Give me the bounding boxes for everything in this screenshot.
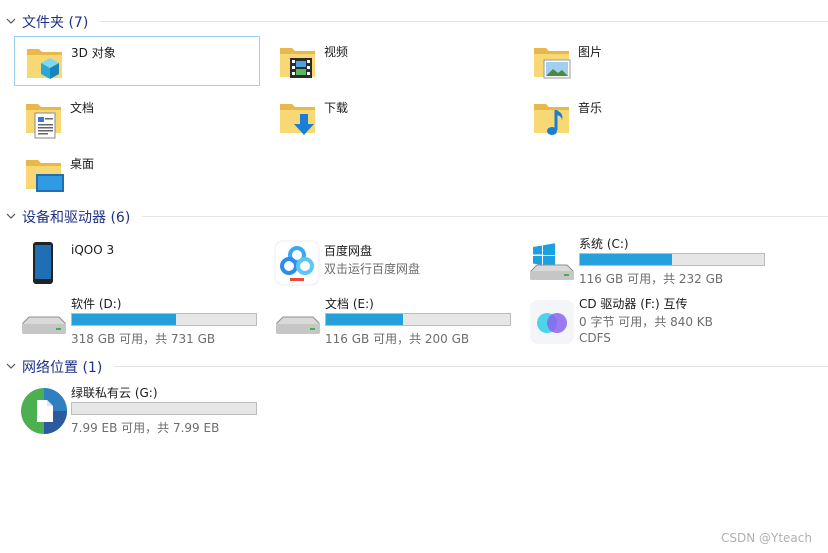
- group-header-network[interactable]: 网络位置 (1): [0, 356, 828, 376]
- group-divider: [100, 21, 828, 22]
- drive-d[interactable]: 软件 (D:) 318 GB 可用，共 731 GB: [19, 295, 269, 347]
- device-baidu-netdisk[interactable]: 百度网盘 双击运行百度网盘: [272, 236, 522, 288]
- folder-label: 桌面: [70, 157, 95, 171]
- device-phone[interactable]: iQOO 3: [19, 236, 269, 288]
- folder-label: 视频: [324, 45, 349, 59]
- folder-documents[interactable]: 文档: [14, 92, 260, 142]
- drive-usage-fill: [580, 254, 672, 265]
- folder-music[interactable]: 音乐: [522, 92, 768, 142]
- folder-label: 音乐: [578, 101, 603, 115]
- drive-space-info: 0 字节 可用，共 840 KB: [579, 315, 713, 329]
- drive-space-info: 7.99 EB 可用，共 7.99 EB: [71, 421, 220, 435]
- videos-icon: [280, 48, 315, 78]
- drive-name: 软件 (D:): [71, 297, 122, 311]
- drive-name: 系统 (C:): [579, 237, 629, 251]
- folder-videos[interactable]: 视频: [268, 36, 514, 86]
- drive-space-info: 116 GB 可用，共 200 GB: [325, 332, 470, 346]
- chevron-down-icon[interactable]: [5, 360, 17, 372]
- drive-e[interactable]: 文档 (E:) 116 GB 可用，共 200 GB: [273, 295, 523, 347]
- folder-label: 图片: [578, 45, 603, 59]
- downloads-icon: [280, 104, 315, 135]
- device-name: iQOO 3: [71, 243, 115, 257]
- drive-space-info: 116 GB 可用，共 232 GB: [579, 272, 724, 286]
- phone-icon: [33, 242, 53, 284]
- drive-c[interactable]: 系统 (C:) 116 GB 可用，共 232 GB: [527, 235, 777, 287]
- group-title: 文件夹 (7): [22, 15, 89, 31]
- folder-3d-objects[interactable]: 3D 对象: [14, 36, 260, 86]
- group-divider: [142, 216, 828, 217]
- folder-label: 文档: [70, 101, 95, 115]
- share-app-icon: [530, 300, 574, 344]
- baidu-netdisk-icon: [274, 240, 320, 286]
- 3d-objects-icon: [27, 49, 62, 79]
- drive-name: 绿联私有云 (G:): [71, 386, 158, 400]
- documents-icon: [26, 104, 61, 139]
- drive-name: 文档 (E:): [325, 297, 374, 311]
- drive-name: CD 驱动器 (F:) 互传: [579, 297, 688, 311]
- watermark: CSDN @Yteach: [720, 531, 812, 545]
- hard-drive-icon: [276, 316, 320, 334]
- group-title: 网络位置 (1): [22, 360, 103, 376]
- drive-usage-fill: [326, 314, 404, 325]
- drive-usage-bar: [579, 253, 765, 266]
- drive-usage-bar: [71, 402, 257, 415]
- device-name: 百度网盘: [324, 244, 373, 258]
- drive-usage-fill: [72, 314, 176, 325]
- drive-space-info: 318 GB 可用，共 731 GB: [71, 332, 216, 346]
- hard-drive-icon: [22, 316, 66, 334]
- ugreen-cloud-icon: [21, 388, 67, 434]
- group-header-folders[interactable]: 文件夹 (7): [0, 11, 828, 31]
- desktop-icon: [26, 160, 64, 192]
- pictures-icon: [534, 48, 571, 79]
- folder-desktop[interactable]: 桌面: [14, 148, 260, 198]
- drive-usage-bar: [71, 313, 257, 326]
- folder-pictures[interactable]: 图片: [522, 36, 768, 86]
- group-divider: [114, 366, 828, 367]
- device-subtitle: 双击运行百度网盘: [324, 262, 421, 276]
- folder-label: 3D 对象: [71, 46, 116, 60]
- windows-drive-icon: [530, 243, 574, 280]
- drive-usage-bar: [325, 313, 511, 326]
- drive-g[interactable]: 绿联私有云 (G:) 7.99 EB 可用，共 7.99 EB: [19, 384, 269, 436]
- chevron-down-icon[interactable]: [5, 15, 17, 27]
- drive-filesystem: CDFS: [579, 331, 611, 345]
- group-title: 设备和驱动器 (6): [22, 210, 131, 226]
- music-icon: [534, 104, 569, 135]
- drive-f[interactable]: CD 驱动器 (F:) 互传 0 字节 可用，共 840 KB CDFS: [527, 295, 777, 347]
- folder-label: 下载: [324, 101, 349, 115]
- folder-downloads[interactable]: 下载: [268, 92, 514, 142]
- chevron-down-icon[interactable]: [5, 210, 17, 222]
- group-header-devices[interactable]: 设备和驱动器 (6): [0, 206, 828, 226]
